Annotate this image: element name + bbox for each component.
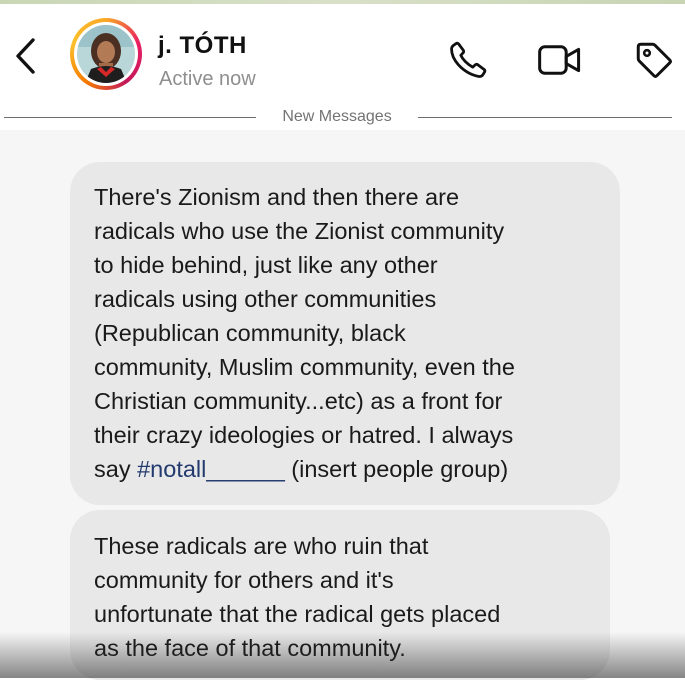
hashtag-link[interactable]: #notall______ bbox=[137, 456, 285, 482]
message-text-line: Christian community...etc) as a front fo… bbox=[94, 388, 503, 414]
tag-icon bbox=[636, 42, 672, 78]
divider-line-left bbox=[4, 117, 256, 118]
message-text-line: to hide behind, just like any other bbox=[94, 252, 438, 278]
message-text-line: as the face of that community. bbox=[94, 635, 406, 661]
message-text-line: (Republican community, black bbox=[94, 320, 406, 346]
video-call-button[interactable] bbox=[536, 38, 584, 82]
message-text-line: radicals using other communities bbox=[94, 286, 437, 312]
message-text-line: community for others and it's bbox=[94, 567, 394, 593]
chat-header: j. TÓTH Active now bbox=[0, 4, 685, 106]
avatar-story-ring[interactable] bbox=[70, 18, 142, 90]
message-text-line-last: say #notall______ (insert people group) bbox=[94, 452, 620, 486]
message-text-line: There's Zionism and then there are bbox=[94, 184, 460, 210]
call-button[interactable] bbox=[444, 38, 492, 82]
contact-name[interactable]: j. TÓTH bbox=[158, 32, 247, 60]
tag-button[interactable] bbox=[630, 38, 678, 82]
new-messages-label: New Messages bbox=[282, 108, 392, 125]
avatar-image bbox=[77, 25, 135, 83]
phone-icon bbox=[450, 41, 487, 78]
avatar bbox=[77, 25, 135, 83]
message-text-line: community, Muslim community, even the bbox=[94, 354, 515, 380]
video-camera-icon bbox=[538, 45, 581, 75]
message-text-line: their crazy ideologies or hatred. I alwa… bbox=[94, 422, 514, 448]
hashtag-blank: ______ bbox=[206, 456, 285, 482]
message-text-line: These radicals are who ruin that bbox=[94, 533, 429, 559]
message-text-line: unfortunate that the radical gets placed bbox=[94, 601, 501, 627]
chevron-left-icon bbox=[16, 38, 35, 74]
message-text: say bbox=[94, 456, 138, 482]
active-status: Active now bbox=[159, 68, 256, 90]
back-button[interactable] bbox=[8, 34, 44, 78]
message-bubble[interactable]: There's Zionism and then there are radic… bbox=[70, 162, 620, 505]
avatar-ring-gap bbox=[74, 22, 138, 86]
message-thread[interactable]: There's Zionism and then there are radic… bbox=[0, 130, 685, 680]
hashtag-text: #notall bbox=[137, 456, 207, 482]
new-messages-divider: New Messages bbox=[0, 106, 685, 130]
message-text-line: radicals who use the Zionist community bbox=[94, 218, 505, 244]
message-text: (insert people group) bbox=[284, 456, 509, 482]
message-bubble[interactable]: These radicals are who ruin that communi… bbox=[70, 510, 610, 680]
divider-line-right bbox=[418, 117, 672, 118]
